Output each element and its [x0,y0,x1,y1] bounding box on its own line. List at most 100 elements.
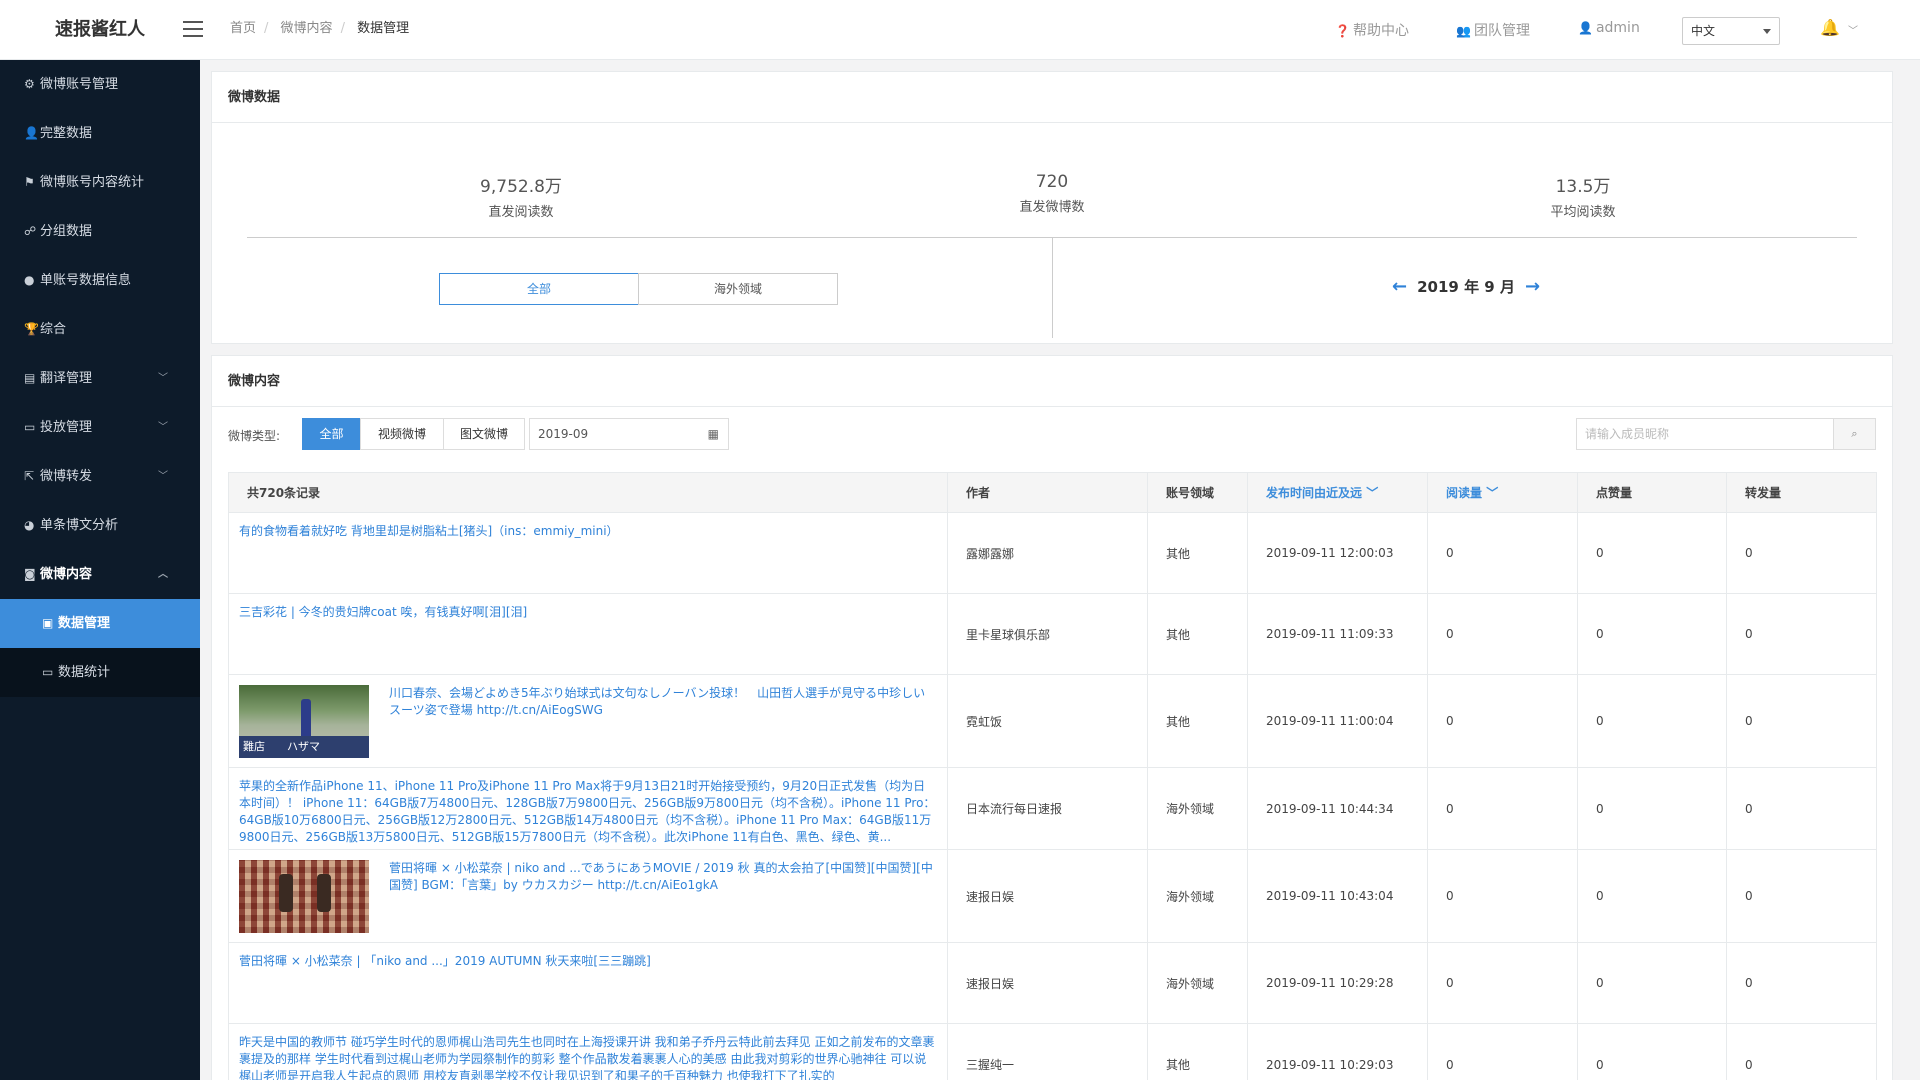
weibo-content-panel: 微博内容 微博类型: 全部 视频微博 图文微博 2019-09 ▦ 请输入成员昵称… [211,355,1893,1080]
pie-icon: ◕ [24,518,35,532]
post-text-link[interactable]: 菅田将暉 × 小松菜奈 | 「niko and ...」2019 AUTUMN … [239,953,651,970]
table-row: 菅田将暉 × 小松菜奈 | niko and ...であうにあうMOVIE / … [228,849,1877,943]
image-icon: ▣ [42,616,54,630]
users-icon: 👥 [1456,24,1471,38]
post-thumbnail[interactable] [239,860,369,933]
weibo-icon: ◙ [24,567,36,581]
sidebar-item-post-analysis[interactable]: ◕ 单条博文分析 [0,501,200,550]
col-reads-sort[interactable]: 阅读量 ﹀ [1427,472,1578,513]
author-cell: 速报日娱 [947,942,1148,1024]
table-row: 昨天是中国的教师节 碰巧学生时代的恩师梶山浩司先生也同时在上海授课开讲 我和弟子… [228,1023,1877,1080]
member-search-input[interactable]: 请输入成员昵称 [1576,418,1834,450]
post-text-link[interactable]: 有的食物看着就好吃 背地里却是树脂粘土[猪头]（ins：emmiy_mini） [239,523,619,540]
language-select[interactable]: 中文 [1682,17,1780,45]
time-cell: 2019-09-11 10:29:03 [1247,1023,1428,1080]
reads-cell: 0 [1427,1023,1578,1080]
arrow-right-icon[interactable]: → [1525,276,1540,297]
forwards-cell: 0 [1726,942,1877,1024]
share-icon: ⇱ [24,469,35,483]
forwards-cell: 0 [1726,512,1877,594]
user-menu[interactable]: 👤 admin [1578,20,1640,36]
reads-cell: 0 [1427,674,1578,768]
chevron-down-icon: ﹀ [158,422,168,433]
reads-cell: 0 [1427,512,1578,594]
domain-cell: 海外领域 [1147,767,1248,850]
chevron-down-icon[interactable]: ﹀ [1848,22,1858,37]
bell-icon[interactable]: 🔔 [1820,18,1840,37]
likes-cell: 0 [1577,942,1727,1024]
sidebar-item-data-management[interactable]: ▣ 数据管理 [0,599,200,648]
table-header: 共720条记录 作者 账号领域 发布时间由近及远 ﹀ 阅读量 ﹀ 点赞量 转发量 [228,472,1877,513]
sidebar-item-weibo-account[interactable]: ⚙ 微博账号管理 [0,60,200,109]
sidebar-item-placement[interactable]: ▭ 投放管理 ﹀ [0,403,200,452]
question-icon: ❓ [1335,24,1350,38]
post-text-link[interactable]: 川口春奈、会場どよめき5年ぶり始球式は文句なしノーバン投球！ 山田哲人選手が見守… [389,685,937,719]
segment-overseas[interactable]: 海外领域 [638,273,838,305]
author-cell: 三握纯一 [947,1023,1148,1080]
type-image-text-button[interactable]: 图文微博 [443,418,525,450]
domain-cell: 其他 [1147,674,1248,768]
type-all-button[interactable]: 全部 [302,418,361,450]
chevron-down-icon: ﹀ [158,471,168,482]
breadcrumb: 首页 / 微博内容 / 数据管理 [230,21,410,36]
post-text-link[interactable]: 三吉彩花 | 今冬的贵妇牌coat 唉，有钱真好啊[泪][泪] [239,604,527,621]
chat-icon: ● [24,273,35,287]
post-thumbnail[interactable]: 難店 ハザマ [239,685,369,758]
stat-direct-reads: 9,752.8万 直发阅读数 [480,177,562,220]
author-cell: 速报日娱 [947,849,1148,943]
menu-toggle-icon[interactable] [183,21,203,37]
col-record-count: 共720条记录 [228,472,948,513]
forwards-cell: 0 [1726,674,1877,768]
sidebar-item-weibo-forward[interactable]: ⇱ 微博转发 ﹀ [0,452,200,501]
trophy-icon: 🏆 [24,322,39,336]
chevron-down-icon: ﹀ [158,373,168,384]
folder-icon: ▭ [42,665,54,679]
author-cell: 霓虹饭 [947,674,1148,768]
calendar-icon: ▦ [707,427,719,441]
sidebar-item-translation[interactable]: ▤ 翻译管理 ﹀ [0,354,200,403]
sidebar-item-full-data[interactable]: 👤完整数据 [0,109,200,158]
breadcrumb-weibo-content[interactable]: 微博内容 [281,21,333,36]
gear-icon: ⚙ [24,77,35,91]
likes-cell: 0 [1577,767,1727,850]
post-text-link[interactable]: 苹果的全新作品iPhone 11、iPhone 11 Pro及iPhone 11… [239,778,937,846]
top-bar: 速报酱红人 首页 / 微博内容 / 数据管理 ❓ 帮助中心 👥 团队管理 👤 admin … [0,0,1920,60]
col-likes: 点赞量 [1577,472,1727,513]
likes-cell: 0 [1577,593,1727,675]
sidebar: ⚙ 微博账号管理 👤完整数据 ⚑ 微博账号内容统计 ☍ 分组数据 ● 单账号数据信息 🏆… [0,60,200,1080]
month-date-picker[interactable]: 2019-09 ▦ [529,418,729,450]
sidebar-item-overview[interactable]: 🏆综合 [0,305,200,354]
sitemap-icon: ☍ [24,224,37,238]
help-center-link[interactable]: ❓ 帮助中心 [1335,20,1409,40]
domain-cell: 海外领域 [1147,849,1248,943]
col-forwards: 转发量 [1726,472,1877,513]
sidebar-item-account-content-stats[interactable]: ⚑ 微博账号内容统计 [0,158,200,207]
brand-logo[interactable]: 速报酱红人 [0,0,200,60]
likes-cell: 0 [1577,674,1727,768]
post-text-link[interactable]: 菅田将暉 × 小松菜奈 | niko and ...であうにあうMOVIE / … [389,860,937,894]
stat-average-reads: 13.5万 平均阅读数 [1550,177,1616,220]
user-icon: 👤 [24,126,39,140]
breadcrumb-current: 数据管理 [357,21,410,36]
post-text-link[interactable]: 昨天是中国的教师节 碰巧学生时代的恩师梶山浩司先生也同时在上海授课开讲 我和弟子… [239,1034,937,1080]
arrow-left-icon[interactable]: ← [1392,276,1407,297]
table-row: 有的食物看着就好吃 背地里却是树脂粘土[猪头]（ins：emmiy_mini） … [228,512,1877,594]
sidebar-item-weibo-content[interactable]: ◙ 微博内容 ︿ [0,550,200,599]
search-icon[interactable]: ⌕ [1834,418,1876,450]
user-icon: 👤 [1578,21,1593,35]
col-publish-time-sort[interactable]: 发布时间由近及远 ﹀ [1247,472,1428,513]
author-cell: 日本流行每日速报 [947,767,1148,850]
table-row: 苹果的全新作品iPhone 11、iPhone 11 Pro及iPhone 11… [228,767,1877,850]
likes-cell: 0 [1577,512,1727,594]
segment-all[interactable]: 全部 [439,273,639,305]
team-management-link[interactable]: 👥 团队管理 [1456,20,1530,40]
table-row: 難店 ハザマ 川口春奈、会場どよめき5年ぶり始球式は文句なしノーバン投球！ 山田… [228,674,1877,768]
reads-cell: 0 [1427,593,1578,675]
sidebar-item-group-data[interactable]: ☍ 分组数据 [0,207,200,256]
sidebar-item-data-statistics[interactable]: ▭ 数据统计 [0,648,200,697]
breadcrumb-home[interactable]: 首页 [230,21,256,36]
type-video-button[interactable]: 视频微博 [360,418,444,450]
forwards-cell: 0 [1726,1023,1877,1080]
chevron-down-icon: ﹀ [1366,486,1379,500]
sidebar-item-single-account[interactable]: ● 单账号数据信息 [0,256,200,305]
